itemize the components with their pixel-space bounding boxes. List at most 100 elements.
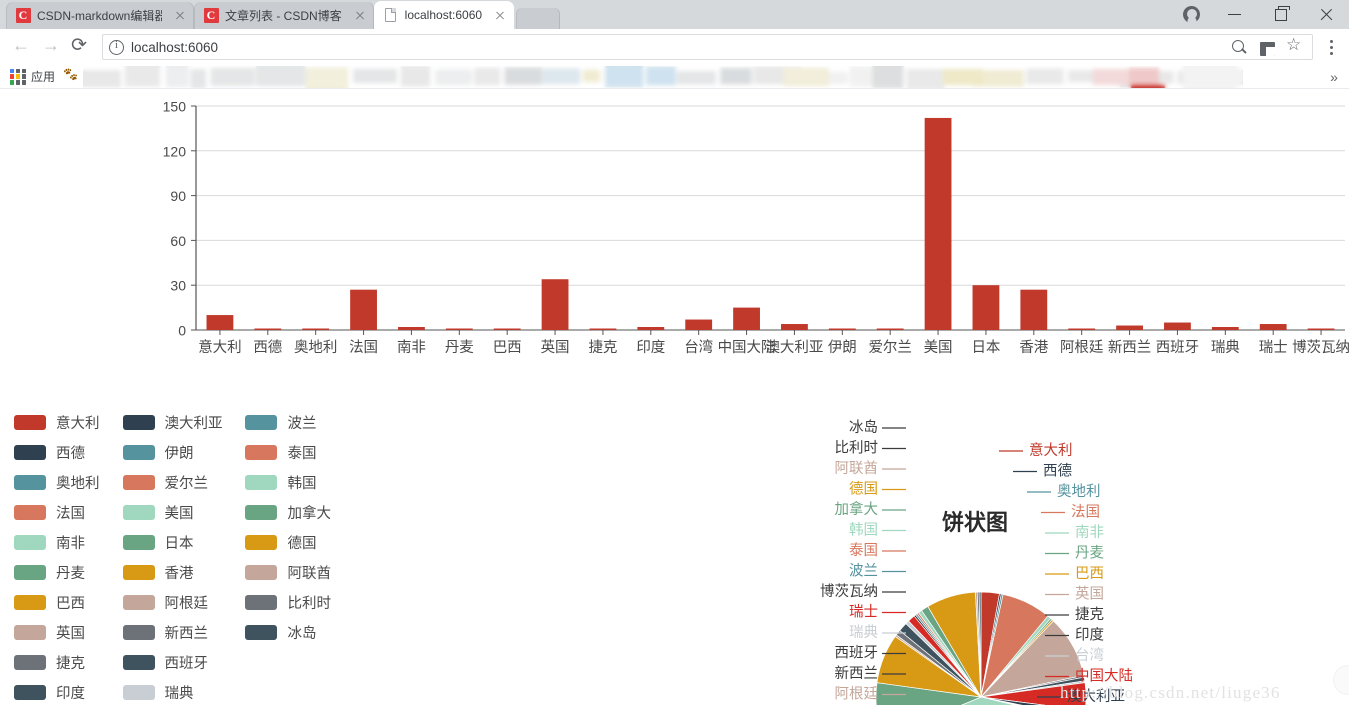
minimize-button[interactable] — [1214, 0, 1259, 29]
close-window-button[interactable] — [1304, 0, 1349, 29]
legend-color-swatch — [14, 654, 46, 670]
scroll-indicator[interactable] — [1333, 665, 1349, 695]
legend-item[interactable]: 印度 — [14, 677, 123, 707]
bookmarks-bar: 应用 » — [0, 65, 1349, 89]
pie-callout-label: 印度 — [1075, 627, 1104, 644]
info-icon[interactable] — [109, 39, 124, 55]
window-controls — [1169, 0, 1349, 29]
legend-item[interactable]: 冰岛 — [245, 617, 354, 647]
chart-legend: 意大利 西德 奥地利 法国 南非 丹麦 巴西 英国 捷克 印度 澳大利亚 伊朗 爱尔兰 美国 日本 香港 阿根廷… — [14, 407, 354, 707]
page-content: 0 30 60 90 120 150 意大利 西德 奥地利 法国 南非 丹麦 巴西 英国 捷克 印度 台湾 中国大… — [0, 89, 1349, 710]
profile-button[interactable] — [1169, 0, 1214, 29]
legend-color-swatch — [245, 534, 278, 550]
bookmark-apps-label[interactable]: 应用 — [31, 68, 55, 85]
legend-color-swatch — [245, 414, 278, 430]
close-icon[interactable] — [172, 8, 188, 24]
legend-color-swatch — [122, 504, 155, 520]
browser-tab-1[interactable]: C CSDN-markdown编辑器 — [6, 2, 194, 29]
bar — [1307, 328, 1335, 330]
legend-item[interactable]: 阿根廷 — [122, 587, 246, 617]
reload-button[interactable] — [66, 32, 96, 62]
csdn-icon: C — [15, 8, 31, 24]
legend-item[interactable]: 波兰 — [245, 407, 354, 437]
address-bar[interactable]: localhost:6060 — [102, 34, 1313, 60]
legend-item[interactable]: 爱尔兰 — [122, 467, 246, 497]
x-axis-tick-label: 伊朗 — [828, 339, 857, 356]
pie-callout-label: 西德 — [1043, 463, 1072, 480]
legend-item[interactable]: 瑞典 — [122, 677, 246, 707]
legend-item[interactable]: 捷克 — [14, 647, 123, 677]
translate-icon[interactable] — [1260, 42, 1275, 56]
bar — [206, 315, 234, 330]
legend-item[interactable]: 加拿大 — [245, 497, 354, 527]
bookmark-items-blurred[interactable] — [83, 65, 1323, 88]
pie-chart[interactable]: 意大利西德奥地利法国南非丹麦巴西英国捷克印度台湾中国大陆澳大利亚伊朗爱尔兰冰岛比… — [760, 405, 1320, 705]
legend-item[interactable]: 奥地利 — [14, 467, 123, 497]
close-icon[interactable] — [492, 7, 508, 23]
legend-color-swatch — [14, 624, 46, 640]
bar — [685, 319, 713, 330]
pie-callout-label: 捷克 — [1075, 606, 1104, 623]
tab-title: 文章列表 - CSDN博客 — [225, 9, 342, 23]
legend-item[interactable]: 法国 — [14, 497, 123, 527]
bar-group: 奥地利 — [294, 328, 337, 356]
legend-color-swatch — [14, 504, 46, 520]
forward-button[interactable] — [36, 32, 66, 62]
legend-item[interactable]: 丹麦 — [14, 557, 123, 587]
legend-item[interactable]: 日本 — [122, 527, 246, 557]
zoom-icon[interactable] — [1231, 39, 1248, 56]
bar — [828, 328, 856, 330]
legend-item[interactable]: 美国 — [122, 497, 246, 527]
legend-item[interactable]: 香港 — [122, 557, 246, 587]
legend-color-swatch — [14, 534, 46, 550]
tab-title: CSDN-markdown编辑器 — [37, 9, 162, 23]
y-axis-tick-label: 120 — [163, 143, 187, 159]
legend-item[interactable]: 西班牙 — [122, 647, 246, 677]
legend-item[interactable]: 伊朗 — [122, 437, 246, 467]
new-tab-button[interactable] — [516, 8, 561, 29]
bar — [541, 279, 569, 330]
baidu-icon[interactable] — [63, 69, 78, 84]
tab-strip: C CSDN-markdown编辑器 C 文章列表 - CSDN博客 local… — [0, 0, 1349, 29]
legend-item[interactable]: 阿联酋 — [245, 557, 354, 587]
legend-item[interactable]: 泰国 — [245, 437, 354, 467]
maximize-button[interactable] — [1259, 0, 1304, 29]
close-icon[interactable] — [352, 8, 368, 24]
browser-window: C CSDN-markdown编辑器 C 文章列表 - CSDN博客 local… — [0, 0, 1349, 710]
legend-item[interactable]: 巴西 — [14, 587, 123, 617]
bar-group: 日本 — [971, 285, 1000, 356]
bar-group: 英国 — [541, 279, 570, 356]
legend-column: 意大利 西德 奥地利 法国 南非丹麦巴西 英国 捷克 印度 — [14, 407, 123, 707]
legend-item[interactable]: 南非 — [14, 527, 123, 557]
legend-item[interactable]: 新西兰 — [122, 617, 246, 647]
pie-callout-label: 奥地利 — [1057, 483, 1101, 500]
legend-color-swatch — [122, 534, 155, 550]
legend-item[interactable]: 韩国 — [245, 467, 354, 497]
legend-item[interactable]: 澳大利亚 — [122, 407, 246, 437]
legend-item[interactable]: 意大利 — [14, 407, 123, 437]
legend-item-label: 新西兰 — [164, 625, 209, 642]
legend-item-label: 冰岛 — [287, 625, 317, 642]
legend-item[interactable]: 德国 — [245, 527, 354, 557]
bookmark-star-icon[interactable] — [1286, 35, 1304, 56]
legend-color-swatch — [14, 564, 46, 580]
bar — [1164, 322, 1191, 330]
pie-callout-label: 加拿大 — [835, 500, 879, 518]
legend-item-label: 丹麦 — [56, 565, 85, 582]
x-axis-tick-label: 法国 — [349, 339, 378, 356]
pie-callout-label: 英国 — [1075, 585, 1104, 603]
legend-item[interactable]: 比利时 — [245, 587, 354, 617]
legend-item[interactable]: 西德 — [14, 437, 123, 467]
chrome-menu-button[interactable] — [1321, 32, 1343, 62]
browser-tab-2[interactable]: C 文章列表 - CSDN博客 — [194, 2, 374, 29]
back-button[interactable] — [6, 32, 36, 62]
x-axis-tick-label: 澳大利亚 — [765, 339, 823, 356]
legend-color-swatch — [122, 414, 155, 430]
browser-tab-3-active[interactable]: localhost:6060 — [373, 1, 515, 29]
bookmarks-overflow-button[interactable]: » — [1323, 69, 1345, 85]
legend-item-label: 比利时 — [287, 595, 331, 612]
bar-chart[interactable]: 0306090120150意大利 西德 奥地利 法国 南非 丹麦 巴西 英国 捷克 印度 台湾 中国大… — [0, 97, 1349, 367]
browser-toolbar: localhost:6060 — [0, 29, 1349, 65]
apps-grid-icon[interactable] — [10, 68, 26, 85]
legend-item[interactable]: 英国 — [14, 617, 123, 647]
